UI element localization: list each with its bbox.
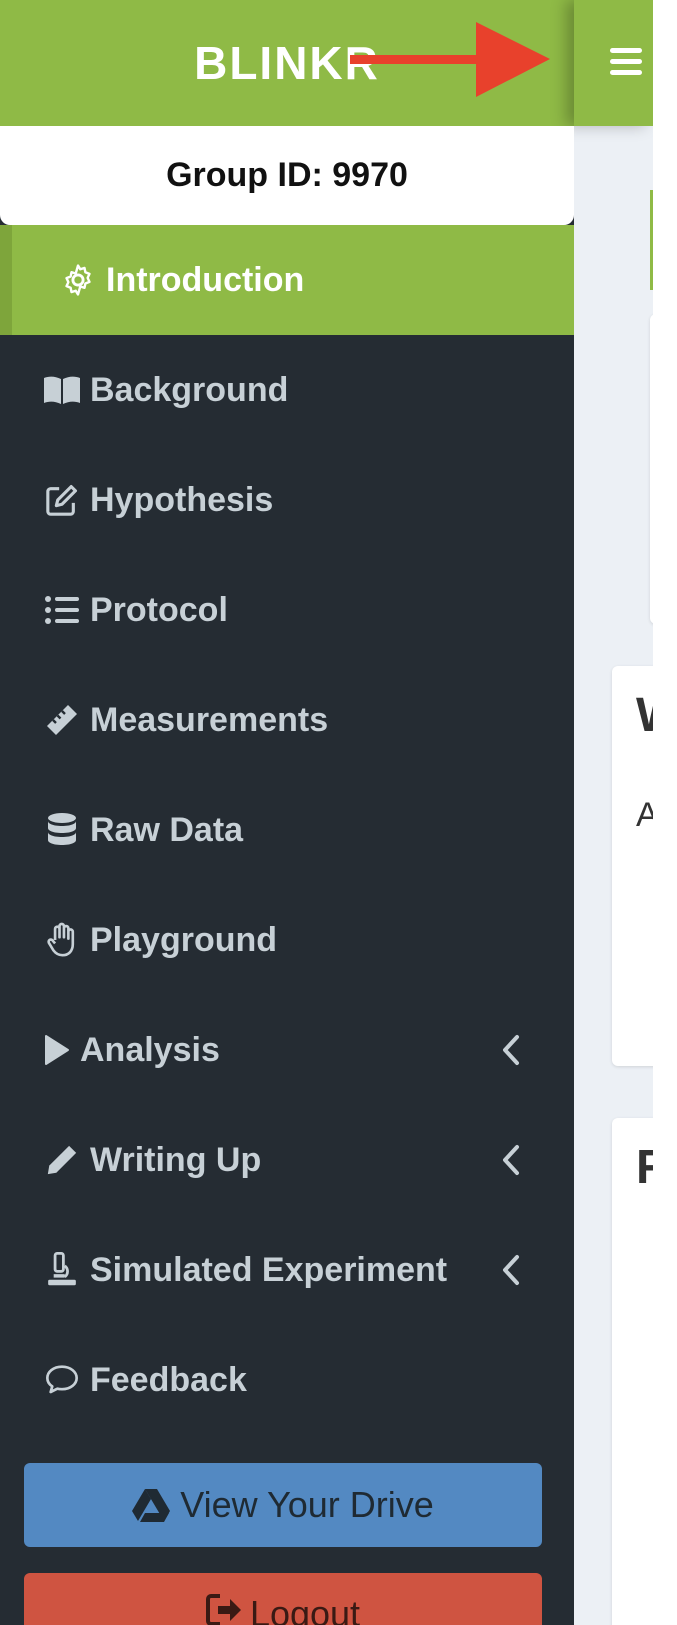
view-drive-label: View Your Drive [180,1484,434,1525]
sidebar-item-label: Protocol [90,590,228,629]
card-text: A c [636,796,653,834]
card-heading: Re [636,1140,653,1195]
content-card: W A c [612,666,653,1066]
sidebar-item-label: Feedback [90,1360,247,1399]
chevron-left-icon [503,1145,519,1175]
sidebar-item-label: Playground [90,920,278,959]
sidebar-item-label: Writing Up [90,1140,262,1179]
book-icon [42,370,82,410]
logout-label: Logout [249,1593,361,1625]
window-edge [653,0,677,1625]
view-drive-button[interactable]: View Your Drive [24,1463,542,1547]
pencil-icon [42,1140,82,1180]
sidebar-item-analysis[interactable]: Analysis [0,995,574,1105]
sidebar-item-label: Raw Data [90,810,244,849]
logout-button[interactable]: Logout [24,1573,542,1625]
content-card: Re [612,1118,653,1625]
sidebar-item-background[interactable]: Background [0,335,574,445]
sidebar-menu: Introduction Background Hypothesis Proto… [0,225,574,1435]
database-icon [42,810,82,850]
hamburger-icon[interactable] [610,48,642,76]
sidebar-item-writing-up[interactable]: Writing Up [0,1105,574,1215]
group-id-label: Group ID: 9970 [166,156,408,194]
sidebar-item-label: Measurements [90,700,329,739]
sidebar-item-label: Background [90,370,289,409]
main-content: · W A c Re [574,126,653,1625]
google-drive-icon [132,1488,171,1522]
sidebar-item-simulated-experiment[interactable]: Simulated Experiment [0,1215,574,1325]
sidebar-item-feedback[interactable]: Feedback [0,1325,574,1435]
comment-icon [42,1360,82,1400]
sidebar-item-playground[interactable]: Playground [0,885,574,995]
group-id-panel: Group ID: 9970 [0,126,574,225]
sidebar-item-protocol[interactable]: Protocol [0,555,574,665]
play-icon [42,1030,72,1070]
card-heading: W [636,688,653,743]
sidebar: Group ID: 9970 Introduction Background H [0,126,574,1625]
ruler-icon [42,700,82,740]
sidebar-item-introduction[interactable]: Introduction [0,225,574,335]
edit-icon [42,480,82,520]
list-icon [42,590,82,630]
brand-logo[interactable]: BLINKR [0,0,574,126]
brand-title: BLINKR [194,37,380,89]
chevron-left-icon [503,1035,519,1065]
sign-out-icon [205,1593,242,1625]
sidebar-item-label: Hypothesis [90,480,274,519]
sidebar-item-hypothesis[interactable]: Hypothesis [0,445,574,555]
sidebar-item-measurements[interactable]: Measurements [0,665,574,775]
sidebar-item-label: Introduction [106,260,305,299]
sidebar-item-label: Simulated Experiment [90,1250,448,1289]
chevron-left-icon [503,1255,519,1285]
gear-icon [58,260,98,300]
microscope-icon [42,1250,82,1290]
app-viewport: BLINKR Group ID: 9970 Introduction Backg… [0,0,653,1625]
sidebar-item-raw-data[interactable]: Raw Data [0,775,574,885]
sidebar-item-label: Analysis [80,1030,220,1069]
hand-icon [42,920,82,960]
